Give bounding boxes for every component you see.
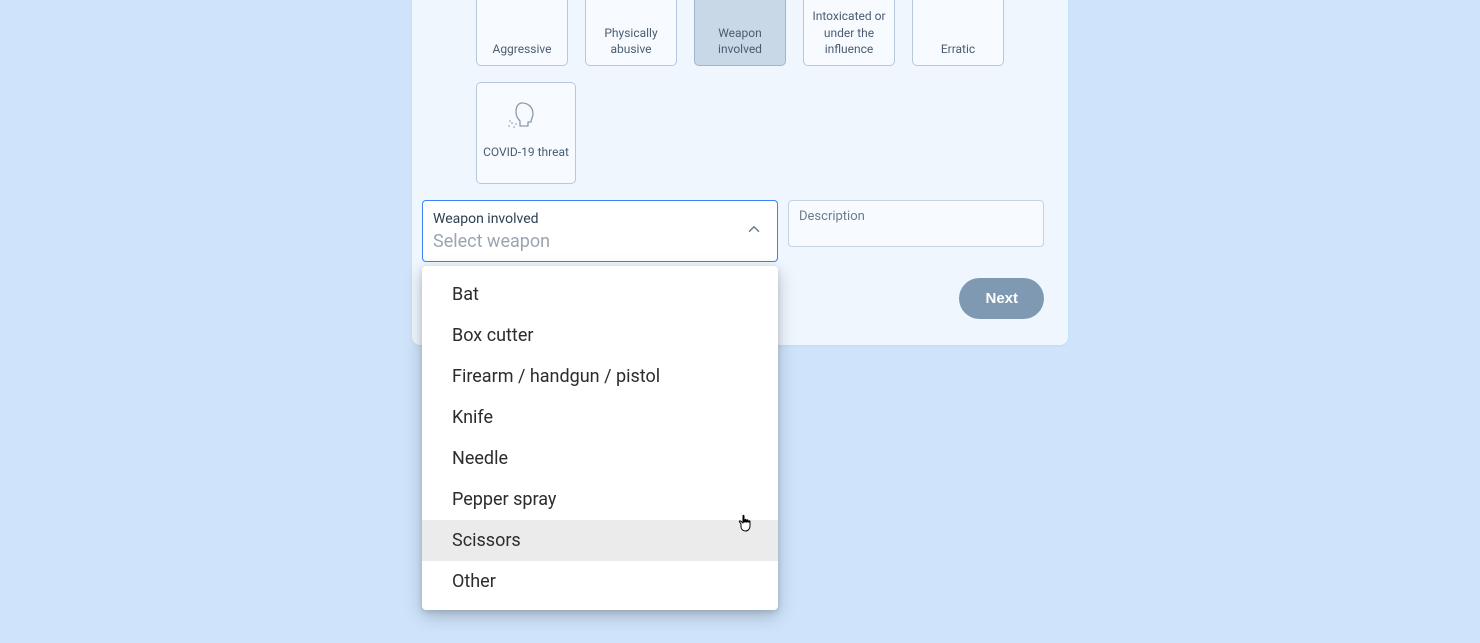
chevron-up-icon [745,220,763,242]
weapon-form-row: Weapon involved Select weapon Descriptio… [412,200,1068,262]
tile-label: Intoxicated or under the influence [810,8,888,57]
tile-label: Weapon involved [701,25,779,57]
tile-weapon-involved[interactable]: Weapon involved [694,0,786,66]
weapon-dropdown: Bat Box cutter Firearm / handgun / pisto… [422,266,778,610]
weapon-select-wrapper: Weapon involved Select weapon [422,200,778,262]
description-input[interactable]: Description [788,200,1044,247]
dropdown-option-bat[interactable]: Bat [422,274,778,315]
weapon-select-placeholder: Select weapon [433,231,739,252]
tile-physically-abusive[interactable]: Physically abusive [585,0,677,66]
dropdown-option-box-cutter[interactable]: Box cutter [422,315,778,356]
dropdown-option-pepper-spray[interactable]: Pepper spray [422,479,778,520]
dropdown-option-scissors[interactable]: Scissors [422,520,778,561]
tile-label: Erratic [941,41,975,57]
weapon-select-label: Weapon involved [433,211,739,227]
tile-aggressive[interactable]: Aggressive [476,0,568,66]
dropdown-option-firearm[interactable]: Firearm / handgun / pistol [422,356,778,397]
next-button[interactable]: Next [959,278,1044,319]
dropdown-option-needle[interactable]: Needle [422,438,778,479]
tile-covid-threat[interactable]: COVID-19 threat [476,82,576,184]
dropdown-option-other[interactable]: Other [422,561,778,602]
dropdown-option-knife[interactable]: Knife [422,397,778,438]
tile-label: Physically abusive [592,25,670,57]
tile-intoxicated[interactable]: Intoxicated or under the influence [803,0,895,66]
description-label: Description [799,209,865,224]
covid-cough-icon [506,99,546,131]
behavior-tiles-area: Aggressive Physically abusive Weapon inv… [412,0,1068,184]
tiles-row-2: COVID-19 threat [476,82,1004,184]
tile-label: Aggressive [492,41,551,57]
tile-label: COVID-19 threat [483,145,569,159]
tiles-row-1: Aggressive Physically abusive Weapon inv… [476,0,1004,66]
tile-erratic[interactable]: Erratic [912,0,1004,66]
weapon-select[interactable]: Weapon involved Select weapon [422,200,778,262]
